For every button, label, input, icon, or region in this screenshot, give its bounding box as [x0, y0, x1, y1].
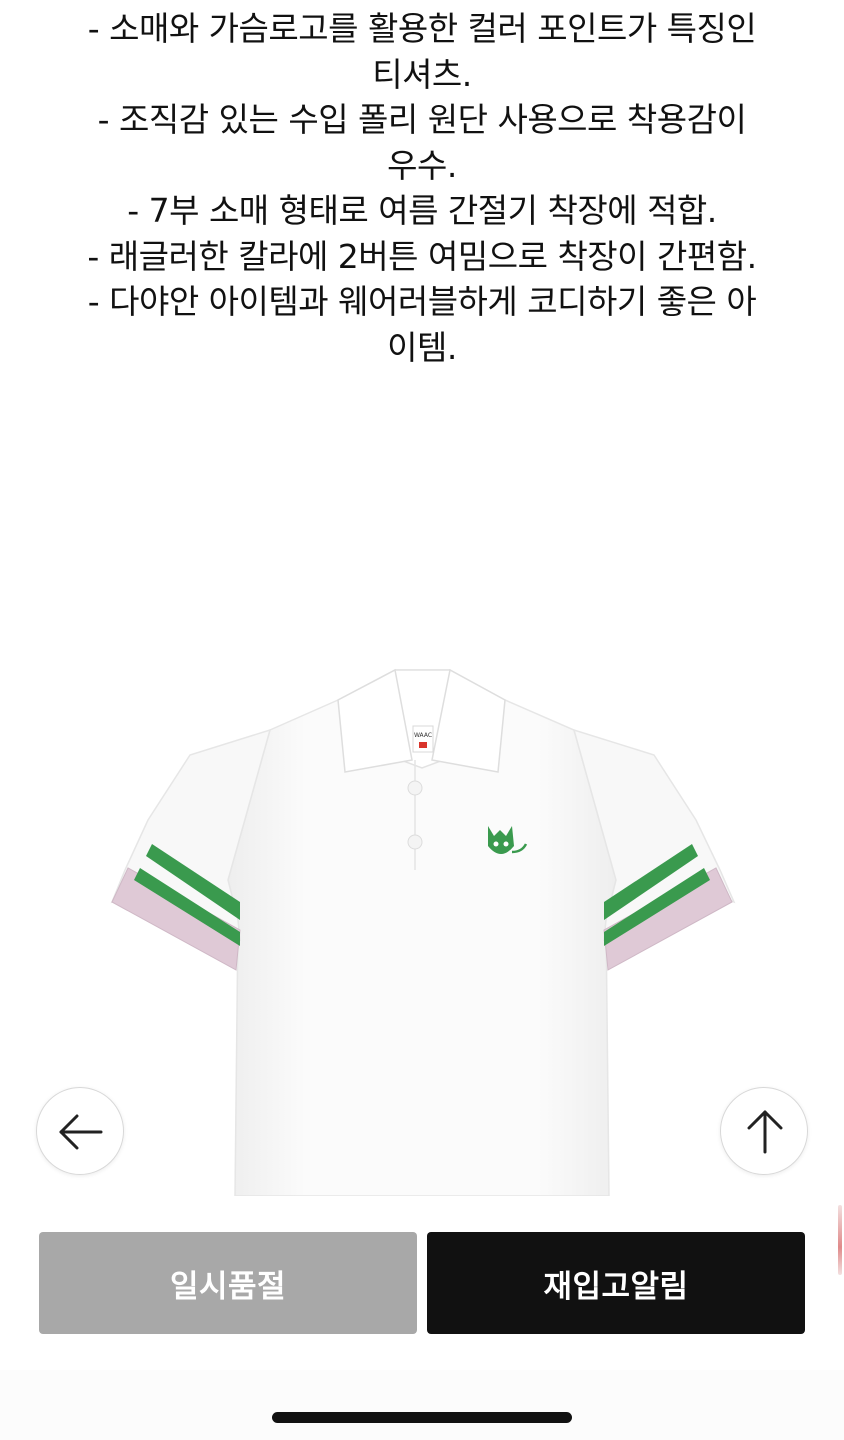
product-image: WAAC — [0, 640, 844, 1200]
description-line: - 다야안 아이템과 웨어러블하게 코디하기 좋은 아 — [87, 282, 757, 321]
polo-shirt-image: WAAC — [110, 668, 736, 1197]
shirt-button — [407, 780, 423, 796]
edge-decoration — [838, 1205, 842, 1275]
prev-button[interactable] — [36, 1087, 124, 1175]
description-line: 이템. — [387, 327, 457, 367]
arrow-up-icon — [747, 1110, 783, 1154]
arrow-left-icon — [59, 1114, 103, 1150]
restock-alert-button[interactable]: 재입고알림 — [427, 1232, 805, 1334]
home-indicator-area — [0, 1370, 844, 1440]
shirt-button — [407, 834, 423, 850]
soldout-button[interactable]: 일시품절 — [39, 1232, 417, 1334]
neck-label-text: WAAC — [414, 732, 432, 739]
product-description: - 소매와 가슴로고를 활용한 컬러 포인트가 특징인 티셔츠. - 조직감 있… — [20, 6, 824, 370]
description-line: 티셔츠. — [372, 54, 472, 94]
home-indicator[interactable] — [272, 1412, 572, 1423]
product-detail-page: - 소매와 가슴로고를 활용한 컬러 포인트가 특징인 티셔츠. - 조직감 있… — [0, 0, 844, 1440]
description-line: - 소매와 가슴로고를 활용한 컬러 포인트가 특징인 — [87, 9, 757, 48]
purchase-bar: 일시품절 재입고알림 — [0, 1196, 844, 1370]
description-line: 우수. — [387, 145, 457, 185]
description-line: - 조직감 있는 수입 폴리 원단 사용으로 착용감이 — [97, 100, 747, 139]
scroll-top-button[interactable] — [720, 1087, 808, 1175]
neck-label — [412, 725, 434, 753]
description-line: - 7부 소매 형태로 여름 간절기 착장에 적합. — [127, 191, 717, 230]
description-line: - 래글러한 칼라에 2버튼 여밈으로 착장이 간편함. — [87, 236, 757, 276]
